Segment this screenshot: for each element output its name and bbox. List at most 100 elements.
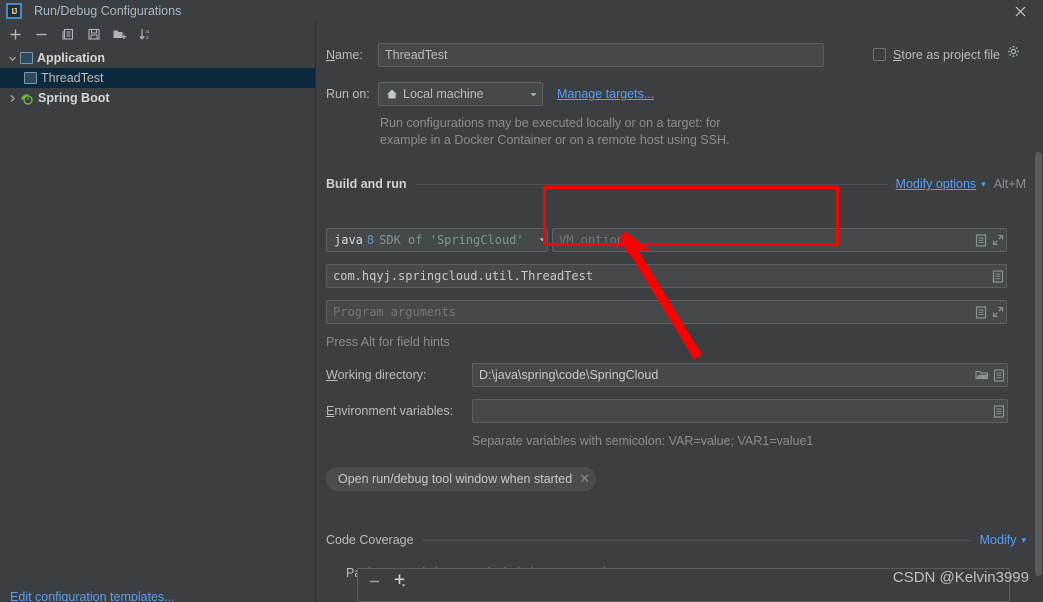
environment-variables-input[interactable] xyxy=(473,404,990,418)
tree-item-application[interactable]: Application xyxy=(0,48,315,68)
expand-glyph xyxy=(992,234,1003,246)
add-configuration-button[interactable] xyxy=(4,23,27,45)
environment-variables-label: Environment variables: xyxy=(326,404,472,418)
content-scrollbar[interactable] xyxy=(1034,152,1043,602)
minus-icon xyxy=(36,33,47,35)
expand-icon[interactable] xyxy=(989,301,1006,323)
macro-glyph xyxy=(993,368,1004,382)
build-and-run-title: Build and run xyxy=(326,177,407,191)
chevron-down-icon[interactable] xyxy=(524,83,542,105)
tree-item-threadtest[interactable]: ThreadTest xyxy=(0,68,315,88)
copy-configuration-button[interactable] xyxy=(56,23,79,45)
macro-list-icon[interactable] xyxy=(990,400,1007,422)
macro-list-icon[interactable] xyxy=(989,265,1006,287)
coverage-remove-button[interactable] xyxy=(368,575,381,593)
name-label-mnemonic: N xyxy=(326,48,336,62)
macro-glyph xyxy=(975,233,986,247)
chevron-down-icon[interactable]: ▾ xyxy=(1021,535,1026,546)
environment-variables-row: Environment variables: xyxy=(326,399,1008,423)
svg-text:z: z xyxy=(146,35,149,41)
run-on-dropdown[interactable]: Local machine xyxy=(378,82,543,106)
environment-variables-field[interactable] xyxy=(472,399,1008,423)
working-directory-field[interactable] xyxy=(472,363,1008,387)
run-on-label: Run on: xyxy=(326,87,370,101)
chevron-right-icon[interactable] xyxy=(4,94,20,103)
modify-options-text: odify options xyxy=(905,177,977,191)
program-arguments-field[interactable] xyxy=(326,300,1007,324)
configurations-sidebar: a z Application ThreadTest Spring Boot E… xyxy=(0,22,316,602)
close-chip-icon[interactable]: ✕ xyxy=(579,471,590,487)
working-directory-input[interactable] xyxy=(473,368,973,382)
sdk-prefix: java xyxy=(334,233,363,247)
jre-dropdown[interactable]: java 8 SDK of 'SpringCloud' xyxy=(326,228,548,252)
close-icon[interactable] xyxy=(997,0,1043,22)
wd-mnemonic: W xyxy=(326,368,338,382)
folder-add-icon xyxy=(113,30,127,39)
store-as-project-file-label: Store as project file xyxy=(893,48,1000,62)
tree-item-label: Spring Boot xyxy=(38,91,110,105)
vm-options-field[interactable] xyxy=(552,228,1007,252)
tree-item-spring-boot[interactable]: Spring Boot xyxy=(0,88,315,108)
macro-glyph xyxy=(993,404,1004,418)
name-label-rest: ame: xyxy=(335,48,363,62)
store-as-project-file-checkbox[interactable] xyxy=(873,48,886,61)
intellij-logo-icon: IJ xyxy=(6,3,22,19)
new-folder-button[interactable] xyxy=(108,23,131,45)
sort-configurations-button[interactable]: a z xyxy=(134,23,157,45)
logo-text: IJ xyxy=(11,6,18,16)
store-as-project-file-row[interactable]: Store as project file xyxy=(873,45,1021,64)
close-glyph xyxy=(1015,6,1025,16)
macro-glyph xyxy=(992,269,1003,283)
program-arguments-input[interactable] xyxy=(327,305,972,319)
minus-icon xyxy=(370,580,379,582)
application-icon xyxy=(20,52,33,64)
tree-item-label: Application xyxy=(37,51,106,65)
edit-configuration-templates-link[interactable]: Edit configuration templates... xyxy=(10,590,175,602)
chevron-down-icon[interactable] xyxy=(538,233,547,247)
modify-options-shortcut: Alt+M xyxy=(993,177,1026,191)
macro-list-icon[interactable] xyxy=(972,301,989,323)
browse-folder-icon[interactable] xyxy=(973,364,990,386)
sort-az-icon: a z xyxy=(139,29,150,41)
chip-body[interactable]: Open run/debug tool window when started … xyxy=(326,467,597,491)
run-debug-configurations-dialog: IJ Run/Debug Configurations a z Applicat… xyxy=(0,0,1043,602)
coverage-add-button[interactable] xyxy=(393,573,409,594)
open-tool-window-chip[interactable]: Open run/debug tool window when started … xyxy=(326,467,597,491)
gear-glyph xyxy=(1008,46,1020,57)
ev-rest: nvironment variables: xyxy=(334,404,454,418)
remove-configuration-button[interactable] xyxy=(30,23,53,45)
chevron-down-icon[interactable] xyxy=(4,54,20,63)
name-field[interactable] xyxy=(378,43,824,67)
plus-icon xyxy=(10,29,21,39)
macro-list-icon[interactable] xyxy=(990,364,1007,386)
wd-rest: orking directory: xyxy=(337,368,427,382)
main-class-input[interactable] xyxy=(327,269,989,283)
working-directory-label: Working directory: xyxy=(326,368,472,382)
scrollbar-thumb[interactable] xyxy=(1035,152,1042,576)
macro-list-icon[interactable] xyxy=(972,229,989,251)
run-on-hint-line-1: Run configurations may be executed local… xyxy=(380,116,721,130)
environment-variables-hint: Separate variables with semicolon: VAR=v… xyxy=(472,434,814,448)
code-coverage-modify-link[interactable]: Modify xyxy=(980,533,1017,547)
main-class-field[interactable] xyxy=(326,264,1007,288)
save-configuration-button[interactable] xyxy=(82,23,105,45)
expand-icon[interactable] xyxy=(989,229,1006,251)
tree-item-label: ThreadTest xyxy=(41,71,104,85)
chevron-down-icon[interactable]: ▾ xyxy=(981,179,986,190)
sdk-version: 8 xyxy=(366,233,375,247)
chevron-down-glyph xyxy=(8,56,16,61)
run-on-hint: Run configurations may be executed local… xyxy=(380,115,880,149)
configurations-tree: Application ThreadTest Spring Boot xyxy=(0,46,315,108)
run-on-hint-line-2: example in a Docker Container or on a re… xyxy=(380,133,730,147)
section-divider xyxy=(421,539,972,541)
gear-icon[interactable] xyxy=(1007,45,1021,64)
name-input[interactable] xyxy=(379,48,823,62)
modify-options-link[interactable]: Modify options xyxy=(896,177,977,191)
expand-glyph xyxy=(992,306,1003,318)
configuration-form: Name: Store as project file xyxy=(317,22,1043,602)
vm-options-input[interactable] xyxy=(553,233,972,247)
chevron-down-glyph xyxy=(530,92,536,96)
title-bar: IJ Run/Debug Configurations xyxy=(0,0,1043,22)
manage-targets-link[interactable]: Manage targets... xyxy=(557,87,654,101)
chevron-right-glyph xyxy=(10,94,15,102)
